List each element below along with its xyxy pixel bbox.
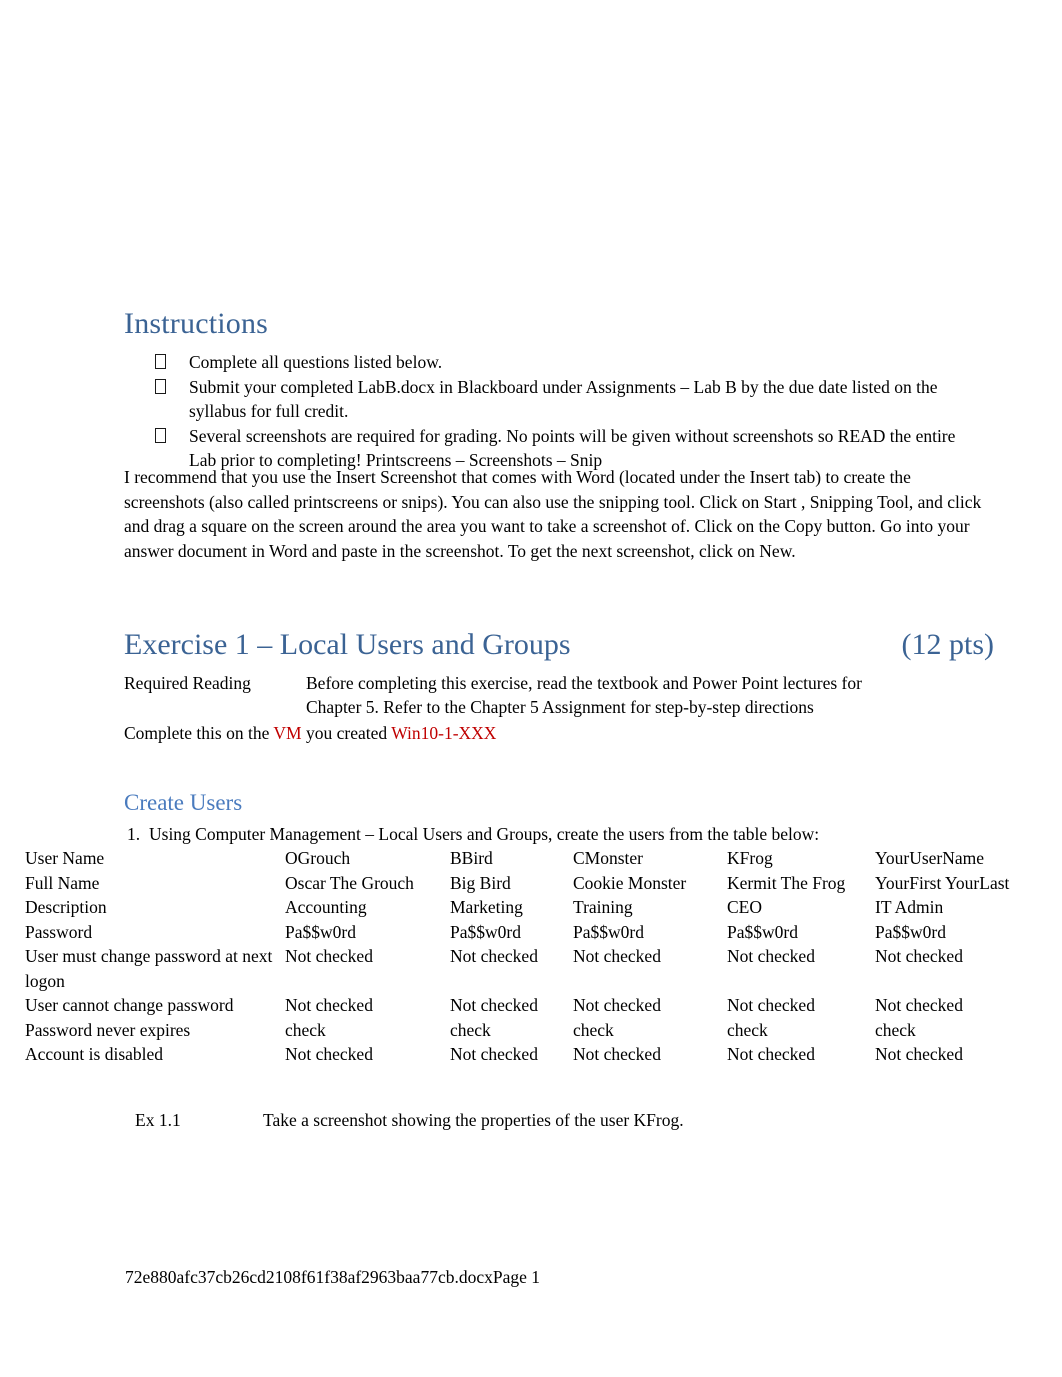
cell-value: Not checked	[573, 946, 661, 966]
row-label: User Name	[25, 848, 105, 868]
cell-value: Cookie Monster	[573, 872, 687, 893]
cell-value: Pa$$w0rd	[450, 921, 521, 942]
exercise-item-1-1: Ex 1.1 Take a screenshot showing the prop…	[135, 1108, 684, 1132]
exercise1-points: (12 pts)	[901, 628, 995, 661]
cell-value: Oscar The Grouch	[285, 872, 414, 893]
row-label: User must change password at next logon	[25, 946, 273, 991]
cell-bbird: BBird	[450, 848, 493, 868]
required-reading-label: Required Reading	[124, 673, 251, 693]
step-text: Using Computer Management – Local Users …	[149, 824, 820, 844]
bullet-box-icon	[155, 378, 166, 394]
complete-middle: you created	[301, 723, 392, 743]
required-reading-block: Required Reading Before completing this e…	[124, 671, 994, 719]
cell-value: Pa$$w0rd	[285, 921, 356, 942]
cell-value: Not checked	[450, 995, 538, 1015]
cell-value: check	[285, 1019, 326, 1040]
required-reading-text-1: Before completing this exercise, read th…	[306, 673, 862, 693]
cell-value: check	[450, 1019, 491, 1040]
cell-value: Big Bird	[450, 872, 511, 893]
exercise1-title: Exercise 1 – Local Users and Groups	[124, 628, 571, 661]
table-row: Account is disabled Not checked Not chec…	[25, 1042, 1045, 1067]
cell-value: Not checked	[573, 995, 661, 1015]
cell-value: Pa$$w0rd	[875, 921, 946, 942]
vm-keyword: VM	[273, 723, 302, 743]
table-row: User cannot change password Not checked …	[25, 993, 1045, 1018]
cell-value: Not checked	[450, 946, 538, 966]
cell-cmonster: CMonster	[573, 848, 643, 868]
cell-value: Not checked	[285, 995, 373, 1015]
required-reading-text-2: Chapter 5. Refer to the Chapter 5 Assign…	[306, 697, 814, 717]
cell-value: IT Admin	[875, 897, 944, 917]
list-item-text: Complete all questions listed below.	[189, 352, 443, 372]
list-item: Complete all questions listed below.	[155, 350, 985, 375]
cell-value: Not checked	[285, 1044, 373, 1064]
cell-value: Pa$$w0rd	[573, 921, 644, 942]
step-number: 1.	[127, 824, 141, 844]
cell-value: YourFirst YourLast	[875, 872, 1010, 893]
cell-value: Not checked	[573, 1044, 661, 1064]
instructions-bullet-list: Complete all questions listed below. Sub…	[155, 350, 985, 473]
required-reading-line-1: Required Reading Before completing this e…	[124, 671, 994, 695]
table-row: Password Pa$$w0rd Pa$$w0rd Pa$$w0rd Pa$$…	[25, 920, 1045, 945]
cell-value: Kermit The Frog	[727, 872, 846, 893]
complete-prefix: Complete this on the	[124, 723, 274, 743]
create-users-step-1: 1. Using Computer Management – Local User…	[127, 822, 819, 846]
cell-value: check	[875, 1019, 916, 1040]
row-label: Full Name	[25, 872, 100, 893]
cell-value: Not checked	[875, 995, 963, 1015]
create-users-heading: Create Users	[124, 790, 243, 815]
table-row: User must change password at next logon …	[25, 944, 1045, 993]
document-page: Instructions Complete all questions list…	[0, 0, 1062, 1377]
table-row: Full Name Oscar The Grouch Big Bird Cook…	[25, 871, 1045, 896]
row-label: Password never expires	[25, 1019, 191, 1040]
cell-value: Not checked	[727, 995, 815, 1015]
cell-value: Not checked	[875, 946, 963, 966]
table-row: User Name OGrouch BBird CMonster KFrog Y…	[25, 846, 1045, 871]
bullet-box-icon	[155, 427, 166, 443]
list-item: Submit your completed LabB.docx in Black…	[155, 375, 985, 424]
users-table: User Name OGrouch BBird CMonster KFrog Y…	[25, 846, 1045, 1067]
row-label: Account is disabled	[25, 1044, 164, 1064]
page-footer: 72e880afc37cb26cd2108f61f38af2963baa77cb…	[125, 1267, 541, 1287]
exercise1-heading-row: Exercise 1 – Local Users and Groups (12 …	[124, 626, 994, 664]
vm-name: Win10-1-XXX	[391, 723, 497, 743]
complete-on-vm-line: Complete this on the VM you created Win1…	[124, 721, 496, 745]
instructions-paragraph: I recommend that you use the Insert Scre…	[124, 467, 982, 561]
cell-value: Marketing	[450, 897, 523, 917]
cell-value: Not checked	[285, 946, 373, 966]
cell-value: Not checked	[727, 946, 815, 966]
row-label: Password	[25, 921, 93, 942]
cell-value: check	[727, 1019, 768, 1040]
table-row: Password never expires check check check…	[25, 1018, 1045, 1043]
cell-value: Training	[573, 897, 633, 917]
list-item-text: Submit your completed LabB.docx in Black…	[189, 376, 938, 422]
cell-yourusername: YourUserName	[875, 848, 985, 868]
cell-value: CEO	[727, 897, 762, 917]
exercise-item-text: Take a screenshot showing the properties…	[263, 1110, 684, 1130]
cell-value: Not checked	[727, 1044, 815, 1064]
cell-value: Accounting	[285, 897, 367, 917]
bullet-box-icon	[155, 354, 166, 369]
cell-kfrog: KFrog	[727, 848, 773, 868]
cell-value: Not checked	[875, 1044, 963, 1064]
cell-value: check	[573, 1019, 614, 1040]
row-label: Description	[25, 897, 107, 917]
row-label: User cannot change password	[25, 995, 234, 1015]
cell-value: Not checked	[450, 1044, 538, 1064]
table-row: Description Accounting Marketing Trainin…	[25, 895, 1045, 920]
exercise-item-label: Ex 1.1	[135, 1110, 181, 1130]
cell-value: Pa$$w0rd	[727, 921, 798, 942]
cell-ogrouch: OGrouch	[285, 848, 351, 868]
instructions-heading: Instructions	[124, 307, 269, 340]
